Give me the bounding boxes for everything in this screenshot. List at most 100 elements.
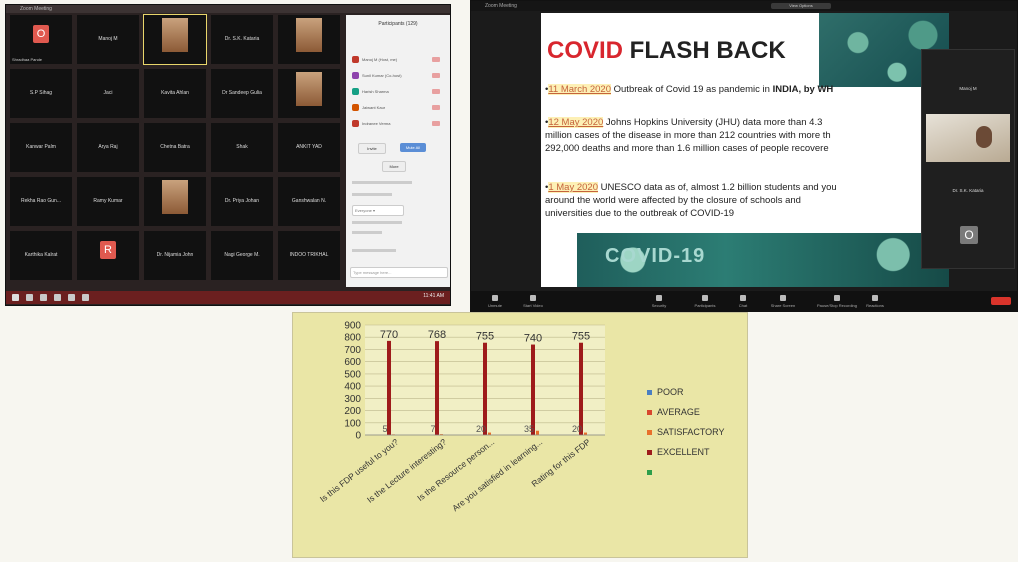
participants-panel: Participants (129) Manoj M (Host, me) Sun… xyxy=(346,15,450,287)
participant-row[interactable]: Manoj M (Host, me) xyxy=(352,55,442,64)
data-label: 755 xyxy=(476,331,494,343)
mic-muted-icon[interactable] xyxy=(432,121,440,126)
video-tile[interactable]: Ramy Kumar xyxy=(77,177,139,226)
video-tile[interactable]: Dr Sandeep Gulia xyxy=(211,69,273,118)
participant-name: Shak xyxy=(236,144,248,150)
video-tile[interactable]: Kanwar Palm xyxy=(10,123,72,172)
video-tile[interactable]: ANKIT YAD xyxy=(278,123,340,172)
slide-title: COVID FLASH BACK xyxy=(547,37,786,65)
mic-muted-icon[interactable] xyxy=(432,105,440,110)
video-tile[interactable]: Arya Raj xyxy=(77,123,139,172)
bar-satisfactory xyxy=(536,430,539,435)
start-icon[interactable] xyxy=(12,294,19,301)
participant-name: Kavita Ahlan xyxy=(161,90,189,96)
chat-input[interactable]: Type message here... xyxy=(350,267,448,278)
video-tile[interactable]: Dr. S.K. Kataria xyxy=(211,15,273,64)
feedback-chart: 0 100 200 300 400 500 600 700 800 900 770 5 Is this … xyxy=(292,312,748,558)
video-tile[interactable]: Manoj M xyxy=(77,15,139,64)
video-tile[interactable] xyxy=(144,177,206,226)
share-screen-button[interactable]: Share Screen xyxy=(763,295,803,308)
mic-muted-icon[interactable] xyxy=(432,57,440,62)
chat-select[interactable]: Everyone ▾ xyxy=(352,205,404,216)
video-tile[interactable]: Jaci xyxy=(77,69,139,118)
legend-swatch xyxy=(647,390,652,395)
slide-title-dark: FLASH BACK xyxy=(623,37,786,64)
more-button[interactable]: More xyxy=(382,161,406,172)
browser-icon[interactable] xyxy=(54,294,61,301)
video-tile-grid: O Shradhaa Pande Manoj M Dr. S.K. Kataria S.… xyxy=(10,14,344,287)
bullet-text: Outbreak of Covid 19 as pandemic in xyxy=(611,84,773,95)
video-tile[interactable]: O Shradhaa Pande xyxy=(10,15,72,64)
y-tick-label: 700 xyxy=(344,345,361,356)
video-tile[interactable] xyxy=(278,15,340,64)
chat-line xyxy=(352,193,392,196)
video-tile[interactable]: S.P Sihag xyxy=(10,69,72,118)
start-video-button[interactable]: Start Video xyxy=(513,295,553,308)
video-tile[interactable] xyxy=(278,69,340,118)
video-name: Dr. S.K. Kataria xyxy=(952,188,984,193)
participant-row-name: Indranee Verma xyxy=(362,121,391,126)
video-tile[interactable]: Ganshwalan N. xyxy=(278,177,340,226)
participant-name: Shradhaa Pande xyxy=(12,57,43,62)
end-meeting-button[interactable] xyxy=(991,297,1011,305)
participant-row[interactable]: Harish Sharma xyxy=(352,87,442,96)
view-options-tag[interactable]: View Options xyxy=(771,3,831,9)
participant-row[interactable]: Jaiwant Kaur xyxy=(352,103,442,112)
video-tile[interactable]: INDOO TRIKHAL xyxy=(278,231,340,280)
participant-photo xyxy=(296,18,322,52)
bullet-date: 12 May 2020 xyxy=(548,117,604,128)
search-icon[interactable] xyxy=(26,294,33,301)
mic-muted-icon[interactable] xyxy=(432,89,440,94)
bar-excellent xyxy=(387,340,391,435)
participant-name: S.P Sihag xyxy=(29,90,53,96)
video-tile[interactable]: Nagi George M. xyxy=(211,231,273,280)
video-tile[interactable]: Dr. Nijamia John xyxy=(144,231,206,280)
chat-button[interactable]: Chat xyxy=(723,295,763,308)
bullet-text: around the world were affected by the cl… xyxy=(545,195,801,206)
app-icon[interactable] xyxy=(82,294,89,301)
video-name: Manoj M xyxy=(959,86,977,91)
video-tile[interactable]: Shak xyxy=(211,123,273,172)
invite-button[interactable]: Invite xyxy=(358,143,386,154)
participant-name: Manoj M xyxy=(98,36,118,42)
chat-icon xyxy=(740,295,746,301)
participant-row-name: Jaiwant Kaur xyxy=(362,105,386,110)
video-tile[interactable]: Rekha Rao Gun... xyxy=(10,177,72,226)
reactions-button[interactable]: Reactions xyxy=(855,295,895,308)
presentation-slide: COVID FLASH BACK •11 March 2020 Outbreak… xyxy=(541,13,949,287)
video-tile[interactable]: Karthika Kalrat xyxy=(10,231,72,280)
legend-label: POOR xyxy=(657,387,684,397)
video-tile[interactable]: Chetna Batra xyxy=(144,123,206,172)
gallery-titlebar: Zoom Meeting xyxy=(6,5,450,13)
video-tile[interactable]: R xyxy=(77,231,139,280)
participant-name: Dr. Nijamia John xyxy=(156,252,194,258)
security-button[interactable]: Security xyxy=(639,295,679,308)
participants-button[interactable]: Participants xyxy=(685,295,725,308)
bullet-date: 11 March 2020 xyxy=(548,84,611,95)
video-tile[interactable] xyxy=(143,14,207,65)
legend-swatch xyxy=(647,430,652,435)
shield-icon xyxy=(656,295,662,301)
bullet-text: Johns Hopkins University (JHU) data more… xyxy=(603,117,823,128)
x-tick-label: Is the Lecture interesting? xyxy=(365,437,448,505)
x-tick-label: Is the Resource person... xyxy=(415,437,496,503)
participant-photo xyxy=(162,180,188,214)
participant-row-name: Manoj M (Host, me) xyxy=(362,57,398,62)
share-icon xyxy=(780,295,786,301)
unmute-button[interactable]: Unmute xyxy=(475,295,515,308)
participant-row[interactable]: Sunil Kumar (Co-host) xyxy=(352,71,442,80)
video-tile[interactable]: Kavita Ahlan xyxy=(144,69,206,118)
people-icon xyxy=(702,295,708,301)
bullet-date: 1 May 2020 xyxy=(548,182,598,193)
bullet-3: •1 May 2020 UNESCO data as of, almost 1.… xyxy=(545,182,837,219)
zoom-icon[interactable] xyxy=(68,294,75,301)
folder-icon[interactable] xyxy=(40,294,47,301)
participant-row[interactable]: Indranee Verma xyxy=(352,119,442,128)
participant-name: Nagi George M. xyxy=(224,252,260,258)
video-tile[interactable]: Dr. Priya Johan xyxy=(211,177,273,226)
data-label: 755 xyxy=(572,331,590,343)
participant-photo xyxy=(296,72,322,106)
mute-all-button[interactable]: Mute All xyxy=(400,143,426,152)
mic-muted-icon[interactable] xyxy=(432,73,440,78)
data-label-small: 35 xyxy=(524,424,534,434)
